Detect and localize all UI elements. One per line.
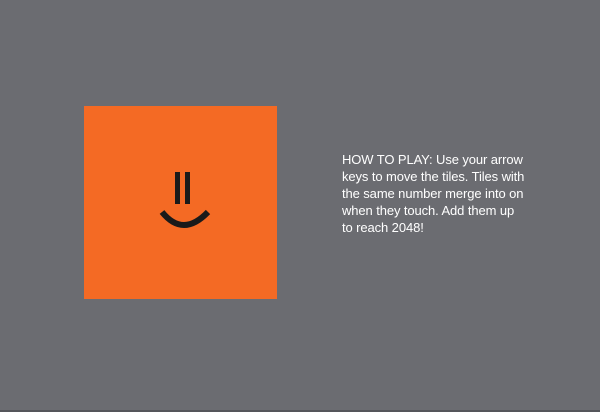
- smile-mouth: [159, 209, 211, 228]
- right-eye: [185, 172, 190, 204]
- left-eye: [175, 172, 180, 204]
- game-start-screen: HOW TO PLAY: Use your arrow keys to move…: [0, 0, 600, 412]
- game-logo-tile: [84, 106, 277, 299]
- how-to-play-text: HOW TO PLAY: Use your arrow keys to move…: [342, 152, 525, 235]
- smiley-face-icon: [159, 172, 211, 228]
